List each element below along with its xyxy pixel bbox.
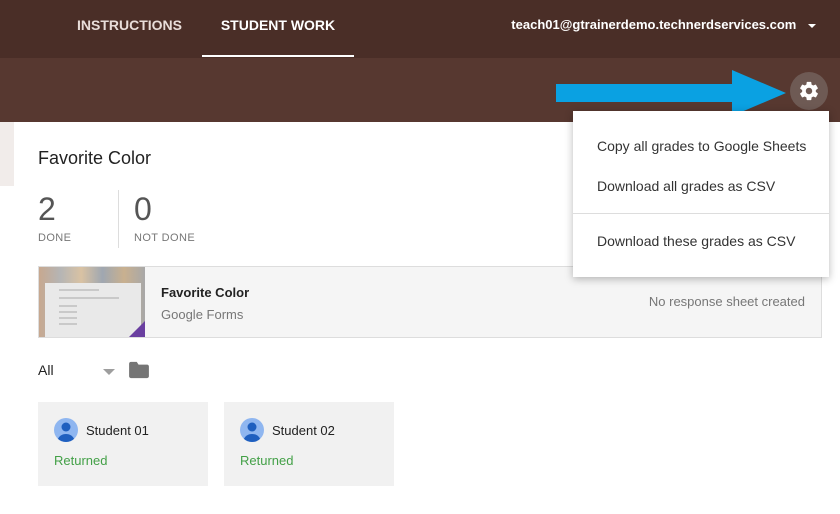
folder-button[interactable] [128, 361, 150, 384]
active-tab-indicator [202, 55, 354, 57]
preview-line [59, 323, 77, 325]
top-app-bar: INSTRUCTIONS STUDENT WORK teach01@gtrain… [0, 0, 840, 58]
not-done-count: 0 [134, 191, 152, 227]
student-name: Student 02 [272, 423, 335, 438]
account-menu-button[interactable]: teach01@gtrainerdemo.technerdservices.co… [511, 0, 816, 58]
folder-icon [129, 361, 149, 379]
submission-status: Returned [54, 453, 108, 468]
chevron-down-icon [808, 23, 816, 28]
stats-divider [118, 190, 119, 248]
student-card[interactable]: Student 01 Returned [38, 402, 208, 486]
settings-button[interactable] [790, 72, 828, 110]
attachment-title: Favorite Color [161, 285, 250, 300]
menu-item-copy-grades-to-sheets[interactable]: Copy all grades to Google Sheets [597, 138, 806, 154]
not-done-label: NOT DONE [134, 232, 196, 244]
preview-line [59, 297, 119, 299]
person-avatar-icon [240, 418, 264, 442]
done-stat[interactable]: 2 DONE [38, 190, 71, 244]
form-preview-page [45, 283, 141, 337]
annotation-arrow-icon [556, 70, 786, 116]
menu-item-download-all-grades-csv[interactable]: Download all grades as CSV [597, 178, 775, 194]
preview-line [59, 311, 77, 313]
done-count: 2 [38, 191, 56, 227]
left-edge-panel [0, 122, 14, 186]
preview-line [59, 289, 99, 291]
gear-icon [800, 81, 818, 101]
preview-line [59, 305, 77, 307]
not-done-stat[interactable]: 0 NOT DONE [134, 190, 195, 244]
done-label: DONE [38, 232, 72, 244]
preview-line [59, 317, 77, 319]
tab-instructions-label: INSTRUCTIONS [77, 17, 182, 33]
google-forms-corner-icon [129, 321, 145, 337]
submission-status: Returned [240, 453, 294, 468]
attachment-type: Google Forms [161, 307, 244, 322]
student-card[interactable]: Student 02 Returned [224, 402, 394, 486]
dropdown-arrow-icon[interactable] [103, 369, 115, 375]
tab-instructions[interactable]: INSTRUCTIONS [62, 0, 197, 58]
response-sheet-status: No response sheet created [648, 294, 805, 309]
form-thumbnail [39, 267, 145, 337]
account-email: teach01@gtrainerdemo.technerdservices.co… [511, 17, 797, 32]
settings-dropdown-menu: Copy all grades to Google Sheets Downloa… [573, 111, 829, 277]
assignment-title: Favorite Color [38, 148, 152, 168]
menu-item-download-these-grades-csv[interactable]: Download these grades as CSV [597, 233, 795, 249]
menu-divider [573, 213, 829, 214]
filter-selected-value: All [38, 362, 54, 378]
person-avatar-icon [54, 418, 78, 442]
student-name: Student 01 [86, 423, 149, 438]
student-filter-select[interactable]: All [38, 362, 54, 378]
tab-student-work-label: STUDENT WORK [220, 17, 336, 33]
tab-student-work[interactable]: STUDENT WORK [202, 0, 354, 58]
